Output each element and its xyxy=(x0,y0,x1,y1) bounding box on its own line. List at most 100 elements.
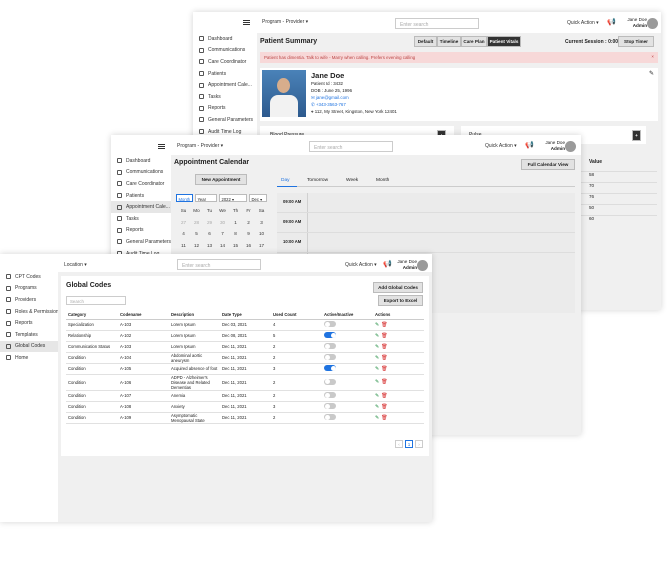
program-provider-select[interactable]: Program - Provider ▾ xyxy=(262,19,308,25)
calendar-day[interactable]: 15 xyxy=(229,240,242,252)
sidebar-item-care-coordinator[interactable]: Care Coordinator xyxy=(111,178,171,190)
edit-icon[interactable]: ✎ xyxy=(375,393,379,399)
delete-icon[interactable]: 🗑 xyxy=(381,366,387,372)
sidebar-item-patients[interactable]: Patients xyxy=(193,68,257,80)
edit-icon[interactable]: ✎ xyxy=(375,344,379,350)
edit-icon[interactable]: ✎ xyxy=(375,404,379,410)
calendar-day[interactable]: 2 xyxy=(242,217,255,229)
calendar-day[interactable]: 30 xyxy=(216,217,229,229)
search-input[interactable]: Enter search xyxy=(395,18,479,29)
sidebar-item-reports[interactable]: Reports xyxy=(0,317,58,329)
active-toggle[interactable] xyxy=(324,354,336,360)
page-number[interactable]: 1 xyxy=(405,440,413,448)
user-info[interactable]: Jane Doe Admin xyxy=(535,140,565,151)
sidebar-item-providers[interactable]: Providers xyxy=(0,294,58,306)
month-select[interactable]: Month xyxy=(176,194,193,202)
prev-page-button[interactable]: ‹ xyxy=(395,440,403,448)
tab-timeline[interactable]: Timeline xyxy=(437,36,461,47)
edit-icon[interactable]: ✎ xyxy=(375,415,379,421)
calendar-day[interactable]: 8 xyxy=(229,228,242,240)
export-excel-button[interactable]: Export to Excel xyxy=(378,295,423,306)
calendar-day[interactable]: 27 xyxy=(177,217,190,229)
megaphone-icon[interactable]: 📢 xyxy=(607,18,616,26)
sidebar-item-communications[interactable]: Communications xyxy=(193,45,257,57)
sidebar-item-tasks[interactable]: Tasks xyxy=(111,213,171,225)
active-toggle[interactable] xyxy=(324,321,336,327)
calendar-day[interactable]: 16 xyxy=(242,240,255,252)
delete-icon[interactable]: 🗑 xyxy=(381,344,387,350)
calendar-day[interactable]: 7 xyxy=(216,228,229,240)
delete-icon[interactable]: 🗑 xyxy=(381,379,387,385)
sidebar-item-templates[interactable]: Templates xyxy=(0,329,58,341)
sidebar-item-reports[interactable]: Reports xyxy=(193,103,257,115)
sidebar-item-programs[interactable]: Programs xyxy=(0,283,58,295)
patient-phone[interactable]: ✆ +343-3563-767 xyxy=(311,102,346,108)
active-toggle[interactable] xyxy=(324,332,336,338)
table-search-input[interactable]: Search xyxy=(66,296,126,305)
quick-action[interactable]: Quick Action ▾ xyxy=(485,143,517,149)
calendar-day[interactable]: 13 xyxy=(203,240,216,252)
edit-icon[interactable]: ✎ xyxy=(649,70,654,77)
active-toggle[interactable] xyxy=(324,403,336,409)
sidebar-item-roles[interactable]: Roles & Permissions xyxy=(0,306,61,318)
calendar-day[interactable]: 4 xyxy=(177,228,190,240)
tab-care-plan[interactable]: Care Plan xyxy=(461,36,487,47)
avatar[interactable] xyxy=(647,18,658,29)
delete-icon[interactable]: 🗑 xyxy=(381,415,387,421)
active-toggle[interactable] xyxy=(324,392,336,398)
search-input[interactable]: Enter search xyxy=(177,259,261,270)
sidebar-item-cpt-codes[interactable]: CPT Codes xyxy=(0,271,58,283)
sidebar-item-appointment[interactable]: Appointment Cale... xyxy=(193,79,257,91)
tab-day[interactable]: Day xyxy=(281,178,290,183)
avatar[interactable] xyxy=(417,260,428,271)
search-input[interactable]: Enter search xyxy=(309,141,393,152)
calendar-day[interactable]: 28 xyxy=(190,217,203,229)
time-slot[interactable]: 10:00 AM xyxy=(277,233,575,253)
menu-icon[interactable] xyxy=(158,143,165,149)
calendar-day[interactable]: 29 xyxy=(203,217,216,229)
edit-icon[interactable]: ✎ xyxy=(375,322,379,328)
edit-icon[interactable]: ✎ xyxy=(375,355,379,361)
active-toggle[interactable] xyxy=(324,343,336,349)
delete-icon[interactable]: 🗑 xyxy=(381,393,387,399)
sidebar-item-tasks[interactable]: Tasks xyxy=(193,91,257,103)
full-calendar-view-button[interactable]: Full Calendar View xyxy=(521,159,575,170)
user-info[interactable]: Jane Doe Admin xyxy=(617,17,647,28)
next-page-button[interactable]: › xyxy=(415,440,423,448)
time-slot[interactable]: 09:00 AM xyxy=(277,193,575,213)
avatar[interactable] xyxy=(565,141,576,152)
calendar-day[interactable]: 14 xyxy=(216,240,229,252)
tab-week[interactable]: Week xyxy=(346,178,358,183)
tab-tomorrow[interactable]: Tomorrow xyxy=(307,178,328,183)
sidebar-item-dashboard[interactable]: Dashboard xyxy=(111,155,171,167)
edit-icon[interactable]: ✎ xyxy=(375,333,379,339)
patient-email[interactable]: ✉ jane@gmail.com xyxy=(311,95,349,101)
edit-icon[interactable]: ✎ xyxy=(375,366,379,372)
tab-month[interactable]: Month xyxy=(376,178,389,183)
quick-action[interactable]: Quick Action ▾ xyxy=(567,20,599,26)
calendar-day[interactable]: 5 xyxy=(190,228,203,240)
sidebar-item-care-coordinator[interactable]: Care Coordinator xyxy=(193,56,257,68)
add-global-codes-button[interactable]: Add Global Codes xyxy=(373,282,423,293)
calendar-day[interactable]: 1 xyxy=(229,217,242,229)
sidebar-item-global-codes[interactable]: Global Codes xyxy=(0,340,58,353)
sidebar-item-patients[interactable]: Patients xyxy=(111,190,171,202)
sidebar-item-appointment[interactable]: Appointment Cale... xyxy=(111,201,171,213)
sidebar-item-reports[interactable]: Reports xyxy=(111,225,171,237)
edit-icon[interactable]: ✎ xyxy=(375,379,379,385)
active-toggle[interactable] xyxy=(324,378,336,385)
add-pulse-button[interactable]: + xyxy=(632,130,641,141)
sidebar-item-general-parameters[interactable]: General Parameters xyxy=(111,236,171,248)
close-icon[interactable]: × xyxy=(651,54,654,59)
calendar-day[interactable]: 12 xyxy=(190,240,203,252)
stop-timer-button[interactable]: Stop Timer xyxy=(618,36,654,47)
new-appointment-button[interactable]: New Appointment xyxy=(195,174,247,185)
sidebar-item-dashboard[interactable]: Dashboard xyxy=(193,33,257,45)
menu-icon[interactable] xyxy=(243,19,250,25)
active-toggle[interactable] xyxy=(324,365,336,371)
delete-icon[interactable]: 🗑 xyxy=(381,322,387,328)
active-toggle[interactable] xyxy=(324,414,336,420)
tab-default[interactable]: Default xyxy=(414,36,437,47)
delete-icon[interactable]: 🗑 xyxy=(381,355,387,361)
calendar-day[interactable]: 17 xyxy=(255,240,268,252)
